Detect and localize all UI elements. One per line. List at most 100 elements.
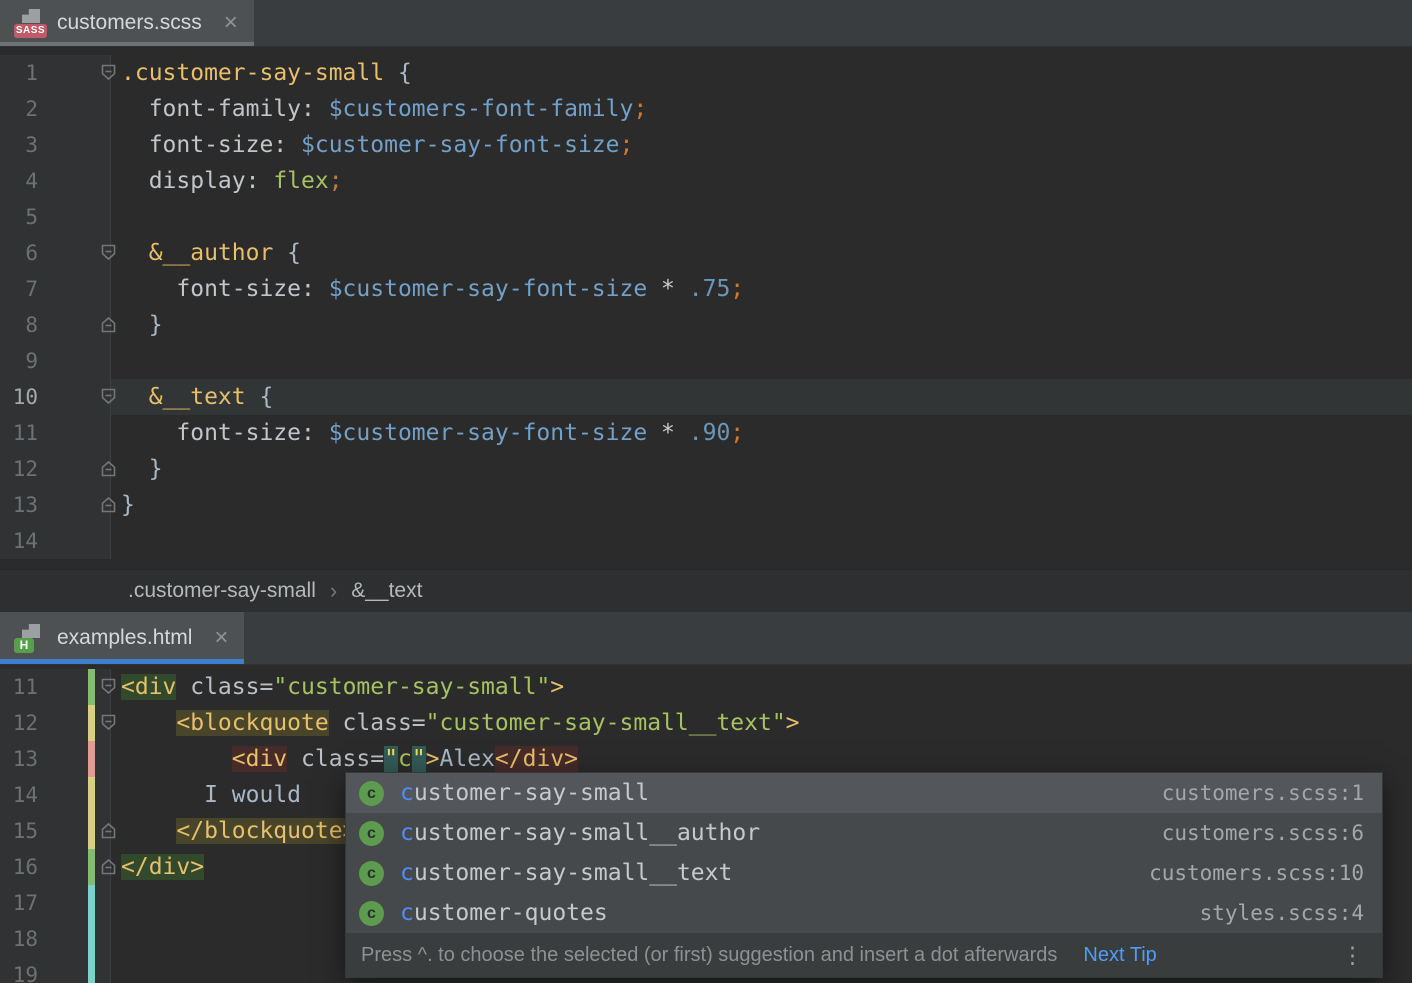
breadcrumb-item-selector[interactable]: .customer-say-small [128, 579, 316, 603]
code-text[interactable]: font-size: $customer-say-font-size; [111, 127, 1412, 163]
code-text[interactable]: font-family: $customers-font-family; [111, 91, 1412, 127]
completion-item-location: customers.scss:1 [1162, 773, 1364, 813]
token-brace: { [384, 60, 412, 86]
code-line-7[interactable]: 7font-size: $customer-say-font-size * .7… [0, 271, 1412, 307]
line-number: 6 [0, 235, 38, 271]
tab-customers-scss[interactable]: SASS customers.scss × [0, 0, 254, 46]
gutter: 13 [0, 741, 111, 777]
code-text[interactable]: } [111, 307, 1412, 343]
token-tag: </div> [121, 854, 204, 880]
fold-end-icon[interactable] [101, 460, 116, 477]
token-tag: </blockquote> [176, 818, 356, 844]
line-number: 12 [0, 705, 38, 741]
completion-popup: ccustomer-say-smallcustomers.scss:1ccust… [345, 772, 1383, 978]
fold-start-icon[interactable] [101, 678, 116, 695]
completion-item-customer-say-small[interactable]: ccustomer-say-smallcustomers.scss:1 [346, 773, 1382, 813]
tab-label: customers.scss [57, 11, 202, 35]
gutter: 8 [0, 307, 111, 343]
gutter: 12 [0, 451, 111, 487]
token-op: * [647, 420, 689, 446]
token-var: $customer-say-font-size [329, 420, 648, 446]
code-line-9[interactable]: 9 [0, 343, 1412, 379]
code-text[interactable]: .customer-say-small { [111, 55, 1412, 91]
next-tip-link[interactable]: Next Tip [1083, 944, 1156, 967]
gutter: 14 [0, 777, 111, 813]
token-tag: > [550, 674, 564, 700]
token-brace: } [149, 312, 163, 338]
token-kw: flex [273, 168, 328, 194]
scss-tabbar: SASS customers.scss × [0, 0, 1412, 47]
line-number: 13 [0, 741, 38, 777]
html-file-icon: H [14, 622, 47, 654]
code-line-4[interactable]: 4display: flex; [0, 163, 1412, 199]
code-line-8[interactable]: 8} [0, 307, 1412, 343]
code-text[interactable]: } [111, 451, 1412, 487]
completion-item-customer-say-small__text[interactable]: ccustomer-say-small__textcustomers.scss:… [346, 853, 1382, 893]
token-var: $customers-font-family [329, 96, 634, 122]
code-text[interactable]: font-size: $customer-say-font-size * .90… [111, 415, 1412, 451]
code-line-14[interactable]: 14 [0, 523, 1412, 559]
fold-start-icon[interactable] [101, 64, 116, 81]
completion-item-customer-quotes[interactable]: ccustomer-quotesstyles.scss:4 [346, 893, 1382, 933]
gutter: 11 [0, 415, 111, 451]
tag-tree-marker-red [88, 741, 95, 777]
code-line-3[interactable]: 3font-size: $customer-say-font-size; [0, 127, 1412, 163]
fold-end-icon[interactable] [101, 822, 116, 839]
code-line-13[interactable]: 13} [0, 487, 1412, 523]
line-number: 14 [0, 777, 38, 813]
completion-hint-bar: Press ^. to choose the selected (or firs… [346, 933, 1382, 977]
gutter: 11 [0, 669, 111, 705]
code-text[interactable] [111, 523, 1412, 559]
code-text[interactable] [111, 343, 1412, 379]
code-line-1[interactable]: 1.customer-say-small { [0, 55, 1412, 91]
code-text[interactable]: } [111, 487, 1412, 523]
tag-tree-marker-green [88, 669, 95, 705]
code-text[interactable]: &__author { [111, 235, 1412, 271]
code-text[interactable]: &__text { [111, 379, 1412, 415]
gutter: 15 [0, 813, 111, 849]
gutter: 16 [0, 849, 111, 885]
scss-editor[interactable]: 1.customer-say-small {2font-family: $cus… [0, 47, 1412, 569]
token-tag: <div [121, 674, 176, 700]
code-line-2[interactable]: 2font-family: $customers-font-family; [0, 91, 1412, 127]
code-text[interactable]: display: flex; [111, 163, 1412, 199]
code-line-11[interactable]: 11<div class="customer-say-small"> [0, 669, 1412, 705]
code-line-10[interactable]: 10&__text { [0, 379, 1412, 415]
tab-examples-html[interactable]: H examples.html × [0, 612, 244, 664]
token-num: .75 [689, 276, 731, 302]
code-line-12[interactable]: 12} [0, 451, 1412, 487]
fold-start-icon[interactable] [101, 714, 116, 731]
code-text[interactable]: font-size: $customer-say-font-size * .75… [111, 271, 1412, 307]
line-number: 9 [0, 343, 38, 379]
more-options-icon[interactable]: ⋮ [1341, 942, 1364, 969]
css-class-icon: c [359, 821, 384, 846]
token-sel: &__text [149, 384, 246, 410]
fold-end-icon[interactable] [101, 858, 116, 875]
fold-end-icon[interactable] [101, 496, 116, 513]
token-semi: ; [633, 96, 647, 122]
completion-list: ccustomer-say-smallcustomers.scss:1ccust… [346, 773, 1382, 933]
code-line-11[interactable]: 11font-size: $customer-say-font-size * .… [0, 415, 1412, 451]
breadcrumb-item-nested-selector[interactable]: &__text [351, 579, 422, 603]
code-line-6[interactable]: 6 &__author { [0, 235, 1412, 271]
close-icon[interactable]: × [214, 626, 228, 650]
line-number: 5 [0, 199, 38, 235]
line-number: 15 [0, 813, 38, 849]
line-number: 14 [0, 523, 38, 559]
token-brace: } [149, 456, 163, 482]
code-text[interactable] [111, 199, 1412, 235]
code-line-12[interactable]: 12 <blockquote class="customer-say-small_… [0, 705, 1412, 741]
completion-item-customer-say-small__author[interactable]: ccustomer-say-small__authorcustomers.scs… [346, 813, 1382, 853]
tag-tree-marker-yellow [88, 777, 95, 813]
fold-start-icon[interactable] [101, 244, 116, 261]
line-number: 16 [0, 849, 38, 885]
close-icon[interactable]: × [224, 11, 238, 35]
code-text[interactable]: <blockquote class="customer-say-small__t… [111, 705, 1412, 741]
fold-end-icon[interactable] [101, 316, 116, 333]
completion-item-location: customers.scss:10 [1149, 853, 1364, 893]
code-text[interactable]: <div class="customer-say-small"> [111, 669, 1412, 705]
file-page-glyph [22, 9, 40, 23]
tag-tree-marker-yellow [88, 705, 95, 741]
code-line-5[interactable]: 5 [0, 199, 1412, 235]
fold-start-icon[interactable] [101, 388, 116, 405]
